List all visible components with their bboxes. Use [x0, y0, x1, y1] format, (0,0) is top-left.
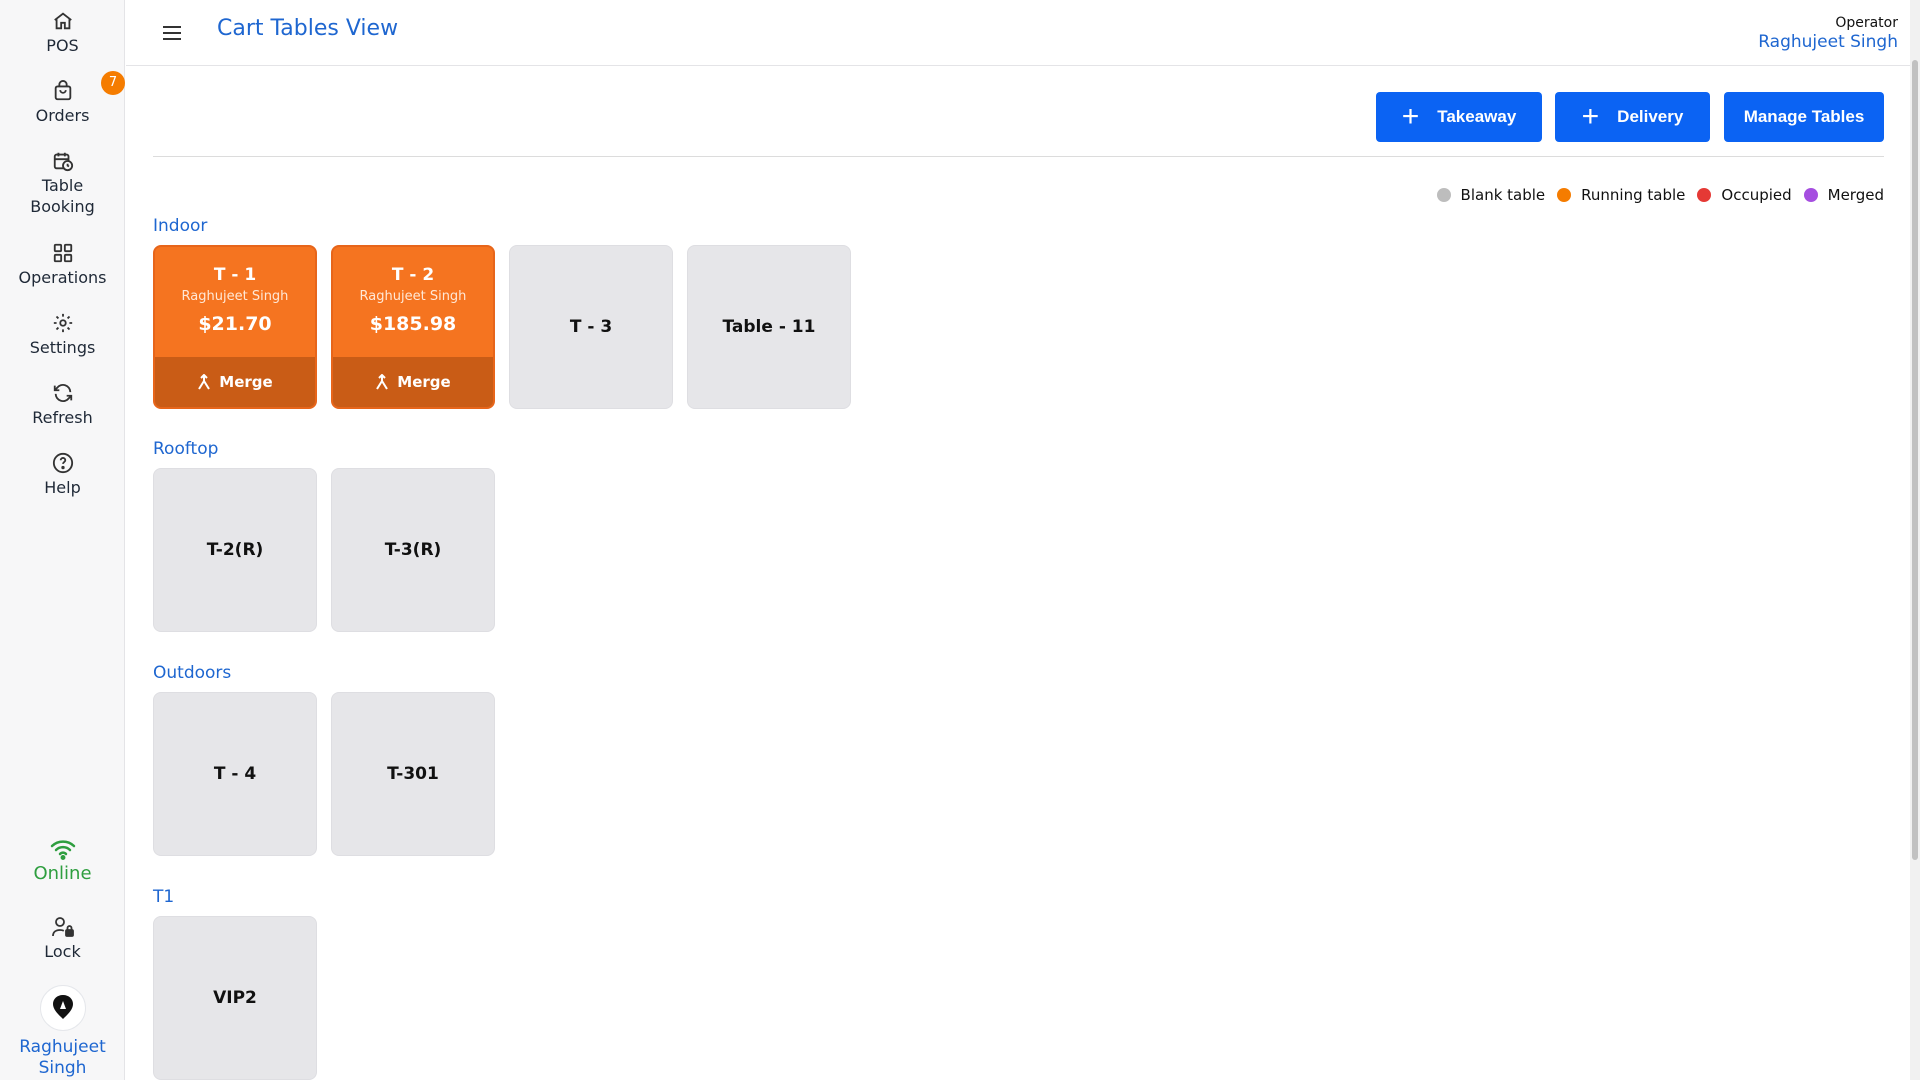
table-card-vip2[interactable]: VIP2 — [153, 916, 317, 1080]
legend-label: Blank table — [1460, 186, 1546, 204]
takeaway-label: Takeaway — [1437, 107, 1517, 126]
sidebar-item-label: Table Booking — [30, 176, 95, 216]
orders-count-badge: 7 — [101, 71, 125, 95]
merge-button[interactable]: Merge — [155, 357, 315, 407]
table-operator: Raghujeet Singh — [359, 289, 467, 304]
table-card-table-11[interactable]: Table - 11 — [687, 245, 851, 409]
top-header: Cart Tables View Operator Raghujeet Sing… — [126, 0, 1920, 66]
sidebar-item-label: Orders — [35, 106, 90, 125]
sidebar-item-label: Help — [44, 478, 81, 497]
table-card-t3r[interactable]: T-3(R) — [331, 468, 495, 632]
calendar-clock-icon — [53, 152, 73, 172]
gear-icon — [53, 313, 72, 333]
shopping-bag-icon — [54, 80, 71, 101]
merge-icon — [198, 374, 211, 390]
table-operator: Raghujeet Singh — [181, 289, 289, 304]
table-card-t1[interactable]: T - 1 Raghujeet Singh $21.70 Merge — [153, 245, 317, 409]
legend-item-blank: Blank table — [1436, 186, 1546, 204]
table-name: VIP2 — [213, 988, 257, 1008]
merge-label: Merge — [397, 373, 451, 391]
section-title-t1: T1 — [153, 887, 175, 907]
home-icon — [53, 12, 72, 30]
legend-dot — [1557, 188, 1572, 202]
page-title: Cart Tables View — [217, 16, 399, 41]
sidebar-item-label: Operations — [18, 268, 107, 287]
sidebar-item-table-booking[interactable]: Table Booking — [0, 150, 125, 217]
divider — [153, 156, 1884, 157]
table-name: T - 3 — [569, 317, 613, 337]
table-card-t2r[interactable]: T-2(R) — [153, 468, 317, 632]
section-title-indoor: Indoor — [153, 216, 208, 236]
merge-button[interactable]: Merge — [333, 357, 493, 407]
legend-dot — [1436, 188, 1451, 202]
scrollbar[interactable] — [1910, 0, 1920, 1080]
lock-button[interactable]: Lock — [0, 916, 125, 962]
plus-icon: + — [1581, 100, 1600, 133]
merge-icon — [376, 374, 389, 390]
table-name: T - 1 — [213, 265, 257, 285]
add-delivery-button[interactable]: + Delivery — [1555, 92, 1710, 142]
table-name: Table - 11 — [722, 317, 816, 337]
table-amount: $21.70 — [198, 313, 272, 335]
table-name: T - 4 — [213, 764, 257, 784]
online-status: Online — [0, 838, 125, 885]
sidebar: POS Orders 7 Table Booking Operations Se… — [0, 0, 125, 1080]
avatar — [39, 985, 86, 1031]
table-name: T-301 — [387, 764, 439, 784]
manage-tables-button[interactable]: Manage Tables — [1724, 92, 1884, 142]
scrollbar-thumb[interactable] — [1912, 60, 1918, 860]
section-title-rooftop: Rooftop — [153, 439, 219, 459]
legend-label: Merged — [1827, 186, 1884, 204]
sidebar-item-label: POS — [46, 36, 79, 55]
legend-label: Running table — [1581, 186, 1686, 204]
grid-icon — [53, 243, 72, 263]
plus-icon: + — [1401, 100, 1420, 133]
section-title-outdoors: Outdoors — [153, 663, 232, 683]
refresh-icon — [53, 384, 72, 402]
sidebar-item-help[interactable]: Help — [0, 452, 125, 498]
manage-tables-label: Manage Tables — [1743, 107, 1865, 126]
legend-item-running: Running table — [1557, 186, 1685, 204]
user-name: Raghujeet Singh — [19, 1037, 106, 1078]
help-icon — [52, 452, 73, 474]
legend-dot — [1803, 188, 1818, 202]
sidebar-item-settings[interactable]: Settings — [0, 312, 125, 358]
table-card-t2[interactable]: T - 2 Raghujeet Singh $185.98 Merge — [331, 245, 495, 409]
operator-name: Raghujeet Singh — [1758, 32, 1898, 52]
delivery-label: Delivery — [1617, 107, 1684, 126]
legend-dot — [1697, 188, 1712, 202]
sidebar-item-operations[interactable]: Operations — [0, 242, 125, 288]
hamburger-menu-icon[interactable] — [160, 21, 184, 45]
operator-label: Operator — [1835, 15, 1898, 31]
user-lock-icon — [51, 917, 74, 937]
legend-item-merged: Merged — [1803, 186, 1884, 204]
table-name: T-3(R) — [384, 540, 442, 560]
brand-logo-icon — [52, 994, 73, 1019]
legend-item-occupied: Occupied — [1697, 186, 1792, 204]
table-card-t3[interactable]: T - 3 — [509, 245, 673, 409]
merge-label: Merge — [219, 373, 273, 391]
legend: Blank table Running table Occupied Merge… — [1425, 186, 1884, 204]
sidebar-item-pos[interactable]: POS — [0, 10, 125, 56]
table-name: T-2(R) — [206, 540, 264, 560]
table-card-t4[interactable]: T - 4 — [153, 692, 317, 856]
wifi-icon — [50, 840, 75, 860]
sidebar-item-label: Settings — [29, 338, 96, 357]
online-label: Online — [33, 863, 92, 884]
add-takeaway-button[interactable]: + Takeaway — [1376, 92, 1542, 142]
sidebar-item-refresh[interactable]: Refresh — [0, 382, 125, 428]
table-amount: $185.98 — [369, 313, 457, 335]
legend-label: Occupied — [1721, 186, 1792, 204]
lock-label: Lock — [44, 942, 81, 961]
table-name: T - 2 — [391, 265, 435, 285]
user-profile[interactable]: Raghujeet Singh — [0, 985, 125, 1079]
sidebar-item-label: Refresh — [32, 408, 93, 427]
table-card-t301[interactable]: T-301 — [331, 692, 495, 856]
